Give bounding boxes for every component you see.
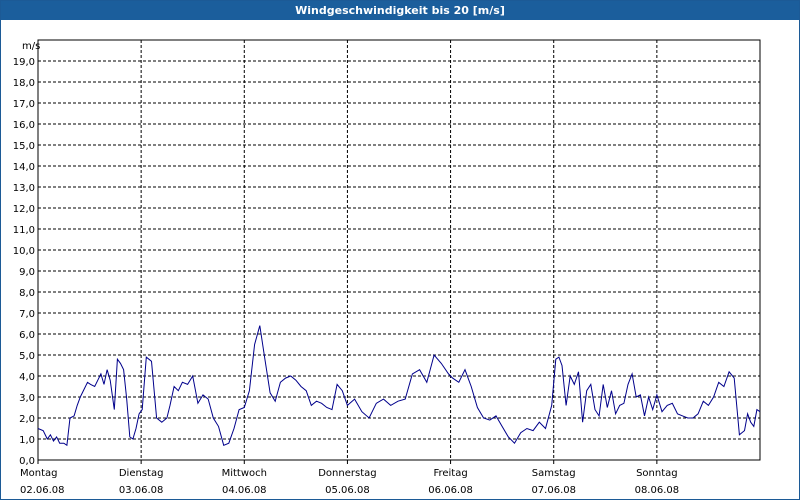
x-tick-day-label: Mittwoch: [222, 468, 267, 479]
y-tick-label: 9,0: [19, 267, 35, 278]
y-tick-label: 15,0: [13, 141, 35, 152]
y-tick-label: 16,0: [13, 120, 35, 131]
x-axis-ticks: Montag 02.06.08 Dienstag 03.06.08 Mittwoch 04…: [20, 460, 679, 496]
x-tick-date-label: 05.06.08: [325, 485, 370, 496]
x-tick-day-label: Donnerstag: [318, 468, 376, 479]
y-tick-label: 11,0: [13, 225, 35, 236]
x-tick-date-label: 02.06.08: [20, 485, 65, 496]
y-tick-label: 1,0: [19, 435, 35, 446]
x-tick-day-label: Montag: [20, 468, 57, 479]
y-tick-label: 7,0: [19, 309, 35, 320]
y-tick-label: 10,0: [13, 246, 35, 257]
y-tick-label: 12,0: [13, 204, 35, 215]
x-tick-date-label: 08.06.08: [635, 485, 680, 496]
x-tick-date-label: 03.06.08: [119, 485, 164, 496]
x-tick-date-label: 06.06.08: [428, 485, 473, 496]
chart-area: 0,0 1,0 2,0 3,0 4,0 5,0 6,0 7,0 8,0 9,0 10,0 11,0 12…: [13, 39, 761, 496]
x-tick-day-label: Dienstag: [119, 468, 164, 479]
y-tick-label: 6,0: [19, 330, 35, 341]
x-tick-day-label: Samstag: [532, 468, 576, 479]
y-axis-label: m/s: [22, 41, 40, 52]
y-tick-label: 13,0: [13, 183, 35, 194]
x-tick-day-label: Freitag: [433, 468, 467, 479]
y-tick-label: 18,0: [13, 78, 35, 89]
y-tick-label: 17,0: [13, 99, 35, 110]
y-tick-label: 4,0: [19, 372, 35, 383]
y-tick-label: 3,0: [19, 393, 35, 404]
y-tick-label: 14,0: [13, 162, 35, 173]
x-tick-date-label: 04.06.08: [222, 485, 267, 496]
y-tick-label: 19,0: [13, 57, 35, 68]
y-axis-ticks: 0,0 1,0 2,0 3,0 4,0 5,0 6,0 7,0 8,0 9,0 10,0 11,0 12…: [13, 57, 35, 467]
x-tick-date-label: 07.06.08: [531, 485, 576, 496]
y-tick-label: 2,0: [19, 414, 35, 425]
y-tick-label: 8,0: [19, 288, 35, 299]
x-tick-day-label: Sonntag: [636, 468, 678, 479]
y-tick-label: 0,0: [19, 456, 35, 467]
y-tick-label: 5,0: [19, 351, 35, 362]
